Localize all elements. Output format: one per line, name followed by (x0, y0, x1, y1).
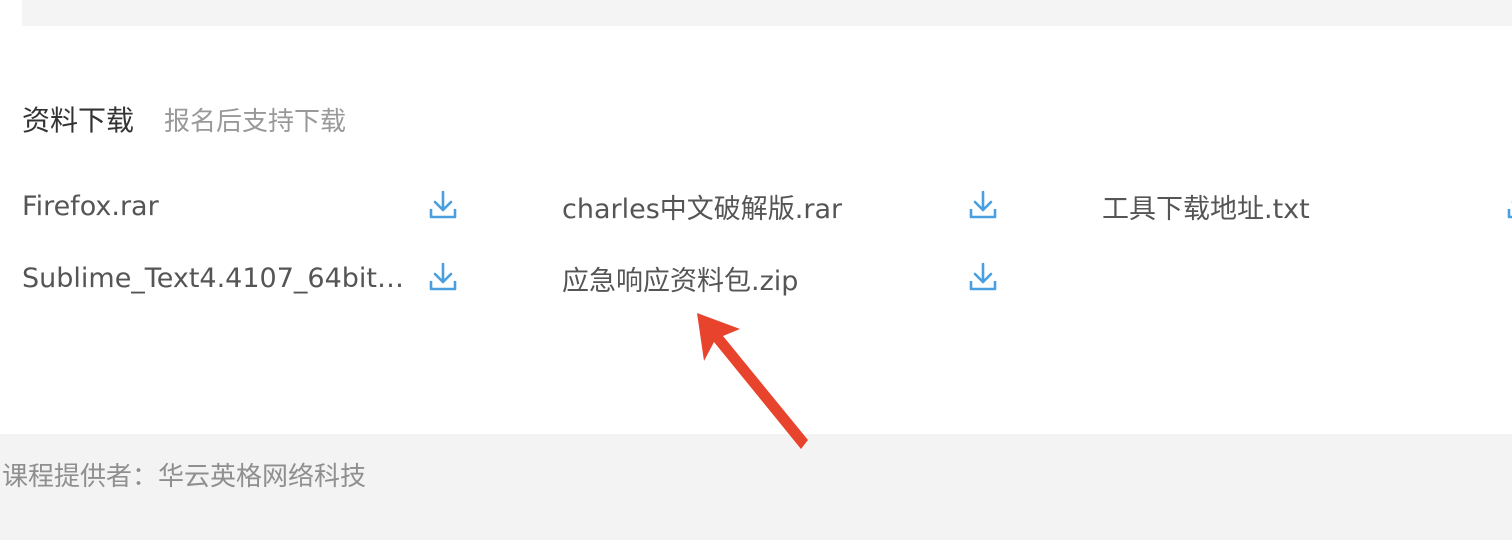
materials-subtitle: 报名后支持下载 (164, 106, 347, 137)
file-name[interactable]: 应急响应资料包.zip (562, 259, 798, 298)
file-item-emergency-pack[interactable]: 应急响应资料包.zip (562, 258, 1002, 298)
file-name[interactable]: 工具下载地址.txt (1102, 187, 1310, 226)
file-name[interactable]: Sublime_Text4.4107_64bit… (22, 263, 404, 294)
download-icon[interactable] (968, 189, 998, 223)
file-item-sublime[interactable]: Sublime_Text4.4107_64bit… (22, 258, 462, 298)
footer: 课程提供者：华云英格网络科技 (0, 434, 1512, 540)
download-icon[interactable] (428, 189, 458, 223)
top-panel (22, 0, 1512, 26)
download-icon[interactable] (1506, 189, 1512, 223)
download-icon[interactable] (428, 261, 458, 295)
file-item-firefox[interactable]: Firefox.rar (22, 186, 462, 226)
file-name[interactable]: Firefox.rar (22, 191, 159, 222)
course-provider-text: 课程提供者：华云英格网络科技 (2, 462, 367, 492)
file-item-tools-url[interactable]: 工具下载地址.txt (1102, 186, 1512, 226)
file-item-charles[interactable]: charles中文破解版.rar (562, 186, 1002, 226)
materials-header: 资料下载 报名后支持下载 (22, 98, 346, 140)
file-name[interactable]: charles中文破解版.rar (562, 187, 842, 226)
materials-title: 资料下载 (22, 104, 135, 137)
download-icon[interactable] (968, 261, 998, 295)
